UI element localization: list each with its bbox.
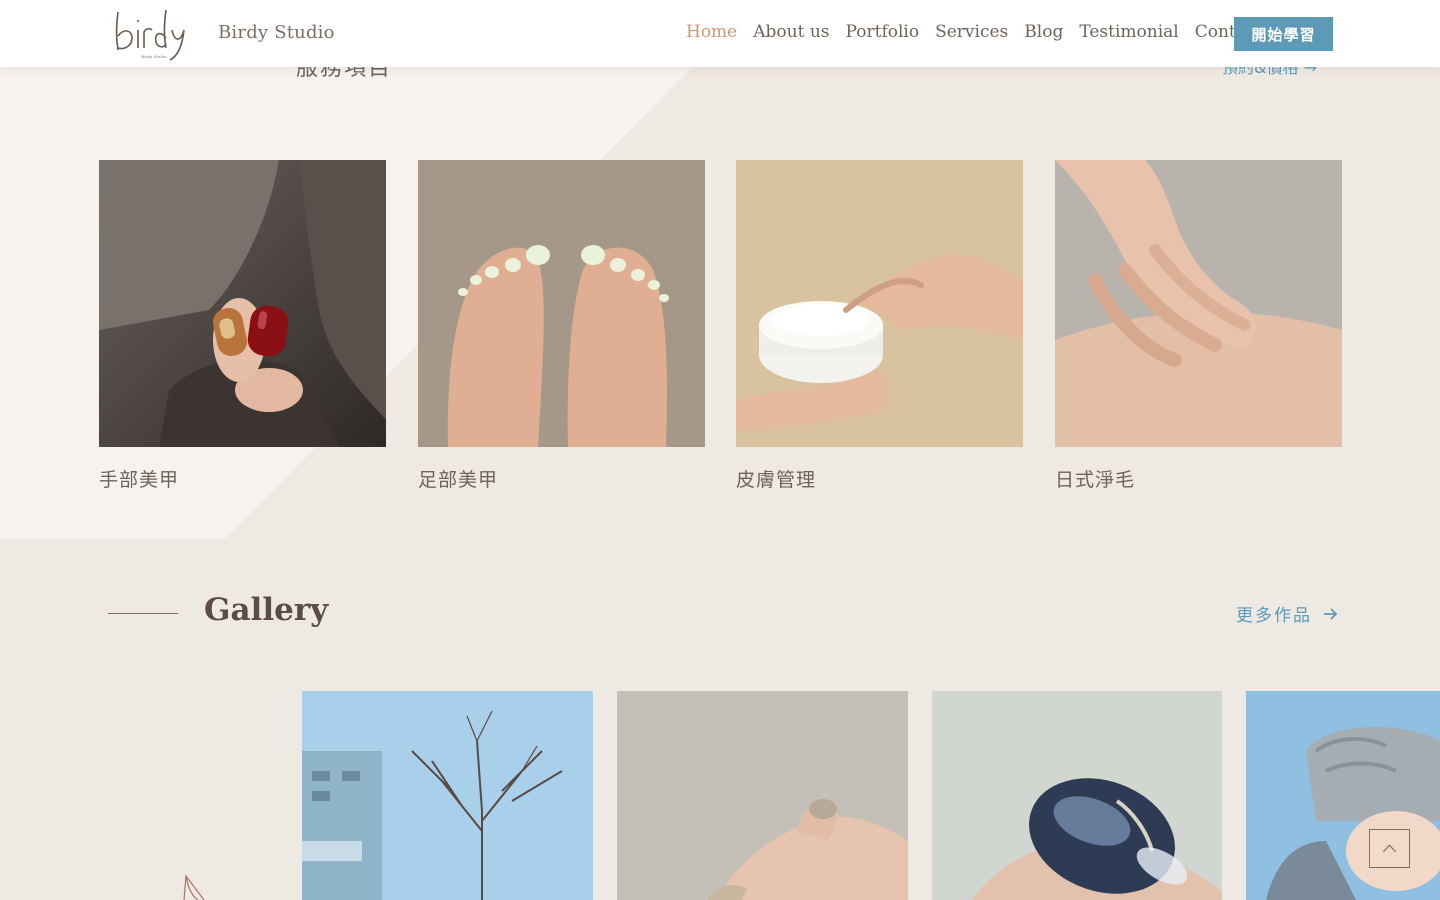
arrow-right-icon <box>1324 607 1338 620</box>
service-card-hair-removal[interactable]: 日式淨毛 <box>1055 160 1342 492</box>
nav-item-services[interactable]: Services <box>935 22 1008 42</box>
service-card-skin-care[interactable]: 皮膚管理 <box>736 160 1023 492</box>
gallery-divider <box>108 613 178 614</box>
brand-logo[interactable]: Birdy Studio <box>110 6 192 62</box>
brand-name[interactable]: Birdy Studio <box>218 22 335 43</box>
services-section: 服務項目 預約&價格 → 手部美甲 足部美甲 皮膚管理 日式淨毛 <box>0 0 1440 538</box>
logo-subtext: Birdy Studio <box>141 54 167 59</box>
nav-item-testimonial[interactable]: Testimonial <box>1079 22 1178 42</box>
gallery-image-glitter-nail[interactable] <box>617 691 908 900</box>
nav-item-blog[interactable]: Blog <box>1024 22 1063 42</box>
leaf-outline-icon <box>183 874 205 900</box>
service-title: 皮膚管理 <box>736 469 817 491</box>
service-card-foot-nails[interactable]: 足部美甲 <box>418 160 705 492</box>
scroll-top-icon <box>1382 844 1397 853</box>
service-title: 日式淨毛 <box>1055 469 1136 491</box>
gallery-image-winter-tree[interactable] <box>302 691 593 900</box>
start-learning-button[interactable]: 開始學習 <box>1234 17 1333 51</box>
service-card-hand-nails[interactable]: 手部美甲 <box>99 160 386 492</box>
nav-item-home[interactable]: Home <box>686 22 737 42</box>
more-works-link[interactable]: 更多作品 <box>1236 601 1338 626</box>
nav-item-portfolio[interactable]: Portfolio <box>846 22 920 42</box>
foot-pedicure-photo <box>418 160 705 447</box>
skin-cream-photo <box>736 160 1023 447</box>
scroll-top-button[interactable] <box>1369 829 1410 868</box>
service-title: 手部美甲 <box>99 469 180 491</box>
nav-item-about-us[interactable]: About us <box>753 22 829 42</box>
gallery-title: Gallery <box>204 592 329 628</box>
gallery-image-knit-hat-portrait[interactable] <box>1246 691 1440 900</box>
main-nav: Home About us Portfolio Services Blog Testimo… <box>686 22 1262 42</box>
service-title: 足部美甲 <box>418 469 499 491</box>
gallery-image-blue-marble-nail[interactable] <box>932 691 1222 900</box>
more-works-label: 更多作品 <box>1236 606 1312 626</box>
hand-on-shoulder-photo <box>1055 160 1342 447</box>
hand-nail-art-photo <box>99 160 386 447</box>
site-header: Birdy Studio Birdy Studio Home About us Po… <box>0 0 1440 67</box>
